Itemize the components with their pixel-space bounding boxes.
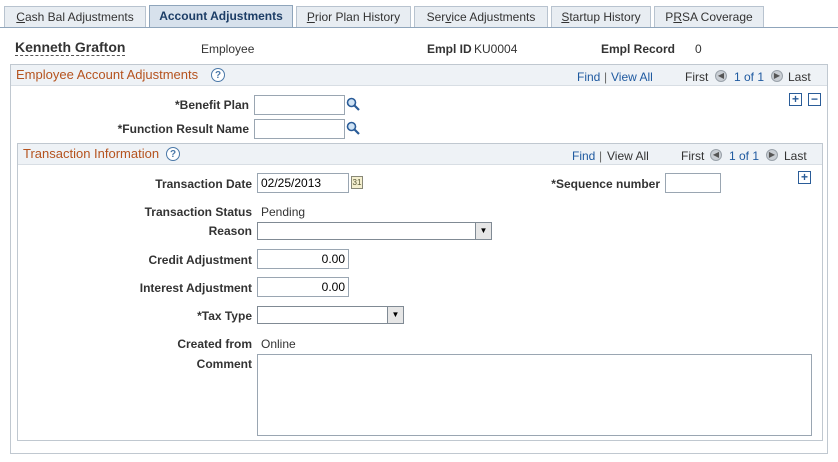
empl-id-value: KU0004: [474, 42, 518, 56]
interest-adjustment-input[interactable]: [257, 277, 349, 297]
delete-row-button[interactable]: −: [808, 93, 821, 106]
chevron-down-icon[interactable]: ▼: [475, 223, 491, 239]
transaction-date-label: Transaction Date: [155, 177, 252, 191]
tab-cash-bal-adjustments[interactable]: Cash Bal Adjustments: [4, 6, 146, 27]
account-view-all-link[interactable]: View All: [611, 70, 653, 84]
transaction-box-title: Transaction Information: [23, 146, 160, 161]
sequence-number-label: *Sequence number: [551, 177, 660, 191]
credit-adjustment-input[interactable]: [257, 249, 349, 269]
transaction-count: 1 of 1: [729, 149, 760, 163]
right-arrow-icon[interactable]: ▶: [771, 70, 783, 82]
created-from-label: Created from: [177, 337, 252, 351]
account-last-label: Last: [788, 70, 811, 84]
tab-prsa-coverage[interactable]: PRSA Coverage: [654, 6, 764, 27]
employee-role: Employee: [201, 42, 255, 56]
function-result-label: *Function Result Name: [117, 122, 249, 136]
transaction-date-input[interactable]: [257, 173, 349, 193]
calendar-icon[interactable]: 31: [351, 176, 363, 189]
left-arrow-icon[interactable]: ◀: [715, 70, 727, 82]
tab-account-adjustments[interactable]: Account Adjustments: [149, 5, 293, 28]
account-find-link[interactable]: Find: [577, 70, 600, 84]
right-arrow-icon[interactable]: ▶: [766, 149, 778, 161]
interest-adjustment-label: Interest Adjustment: [139, 281, 252, 295]
chevron-down-icon[interactable]: ▼: [387, 307, 403, 323]
transaction-view-all-link[interactable]: View All: [607, 149, 649, 163]
left-arrow-icon[interactable]: ◀: [710, 149, 722, 161]
magnifier-icon[interactable]: [346, 97, 360, 111]
sequence-number-input[interactable]: [665, 173, 721, 193]
help-icon[interactable]: ?: [211, 68, 225, 82]
transaction-status-value: Pending: [261, 205, 306, 219]
comment-textarea[interactable]: [257, 354, 812, 436]
function-result-input[interactable]: [254, 119, 345, 139]
benefit-plan-label: *Benefit Plan: [174, 98, 249, 112]
tab-bar: Cash Bal Adjustments Account Adjustments…: [0, 0, 838, 28]
reason-label: Reason: [208, 224, 252, 238]
transaction-find-link[interactable]: Find: [572, 149, 595, 163]
add-row-button[interactable]: +: [798, 171, 811, 184]
magnifier-icon[interactable]: [346, 121, 360, 135]
account-first-label: First: [685, 70, 709, 84]
add-row-button[interactable]: +: [789, 93, 802, 106]
transaction-first-label: First: [681, 149, 705, 163]
transaction-status-label: Transaction Status: [144, 205, 252, 219]
empl-id-label: Empl ID: [427, 42, 472, 56]
transaction-information-box: Transaction Information ? Find | View Al…: [17, 143, 823, 441]
account-count: 1 of 1: [734, 70, 765, 84]
tab-prior-plan-history[interactable]: Prior Plan History: [296, 6, 411, 27]
created-from-value: Online: [261, 337, 296, 351]
help-icon[interactable]: ?: [166, 147, 180, 161]
benefit-plan-input[interactable]: [254, 95, 345, 115]
tax-type-select[interactable]: ▼: [257, 306, 404, 324]
separator: |: [604, 70, 608, 84]
reason-select[interactable]: ▼: [257, 222, 492, 240]
tab-service-adjustments[interactable]: Service Adjustments: [414, 6, 548, 27]
transaction-last-label: Last: [784, 149, 807, 163]
credit-adjustment-label: Credit Adjustment: [148, 253, 252, 267]
separator: |: [599, 149, 603, 163]
empl-record-value: 0: [695, 42, 702, 56]
tab-underline: [0, 27, 838, 28]
employee-name: Kenneth Grafton: [15, 39, 126, 56]
empl-record-label: Empl Record: [601, 42, 676, 56]
account-box-title: Employee Account Adjustments: [16, 67, 199, 82]
tab-startup-history[interactable]: Startup History: [551, 6, 651, 27]
comment-label: Comment: [196, 357, 252, 371]
tax-type-label: *Tax Type: [197, 309, 252, 323]
